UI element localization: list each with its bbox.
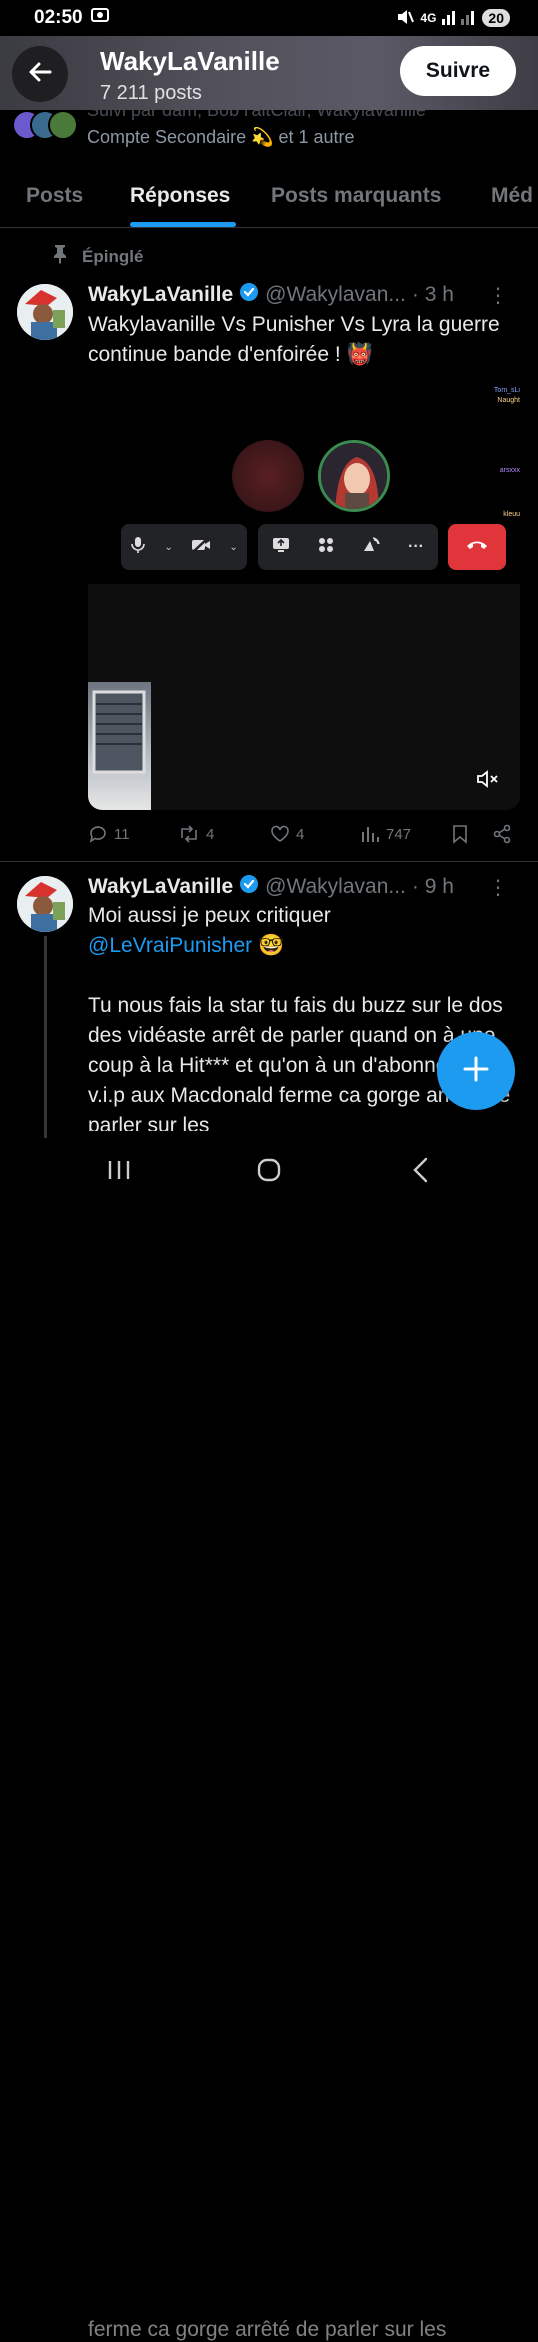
home-button[interactable] xyxy=(244,1150,294,1190)
tab-media[interactable]: Méd xyxy=(491,184,533,208)
battery-badge: 20 xyxy=(482,9,510,27)
status-bar: 02:50 4G 20 xyxy=(0,0,538,36)
pinned-label: Épinglé xyxy=(52,244,143,269)
chat-line: arsxxx xyxy=(499,467,520,474)
header-name: WakyLaVanille xyxy=(100,46,280,76)
hang-up-button[interactable] xyxy=(448,524,506,570)
like-count: 4 xyxy=(296,825,305,843)
chat-line: Tom_sLi xyxy=(493,387,520,394)
post-time: · 9 h xyxy=(411,875,454,898)
chevron-down-icon[interactable]: ⌄ xyxy=(229,542,237,553)
recents-icon xyxy=(108,1161,130,1179)
mention-emoji: 🤓 xyxy=(257,934,285,957)
chat-line: Naught xyxy=(497,397,520,404)
video-area xyxy=(88,584,520,810)
follower-avatar xyxy=(48,110,78,140)
post-handle[interactable]: @Wakylavan... xyxy=(265,875,406,899)
soundboard-icon[interactable] xyxy=(362,536,380,558)
post-mention-line: @LeVraiPunisher 🤓 xyxy=(88,931,518,961)
call-participant-avatar xyxy=(318,440,390,512)
tab-indicator xyxy=(130,222,236,227)
follower-avatars xyxy=(12,110,82,140)
call-actions-group: ··· xyxy=(258,524,438,570)
post-actions: 11 4 4 747 xyxy=(88,824,528,854)
pinned-text: Épinglé xyxy=(82,246,144,266)
more-options-icon[interactable]: ⋮ xyxy=(488,283,508,308)
reply-button[interactable]: 11 xyxy=(88,824,130,844)
profile-tabs: Posts Réponses Posts marquants Méd xyxy=(0,170,538,228)
followed-by[interactable]: Suivi par dam, Bob l'aitClair, Wakylavan… xyxy=(0,100,538,156)
post-text: Wakylavanille Vs Punisher Vs Lyra la gue… xyxy=(88,313,500,366)
like-button[interactable]: 4 xyxy=(270,824,304,844)
post-author-name[interactable]: WakyLaVanille xyxy=(88,283,233,307)
views-button[interactable]: 747 xyxy=(360,824,411,844)
recent-apps-button[interactable] xyxy=(94,1150,144,1190)
reply-count: 11 xyxy=(114,825,130,843)
repost-icon xyxy=(181,825,197,843)
post-header: WakyLaVanille @Wakylavan... · 3 h ⋮ xyxy=(88,282,528,308)
network-label: 4G xyxy=(420,11,437,25)
bookmark-button[interactable] xyxy=(452,824,468,844)
views-icon xyxy=(362,827,379,842)
system-nav-bar: ferme ca gorge arrêté de parler sur les xyxy=(0,1138,538,2341)
back-chevron-icon xyxy=(413,1157,428,1183)
verified-badge-icon xyxy=(239,282,259,308)
mention-link[interactable]: @LeVraiPunisher xyxy=(88,934,252,957)
post-divider xyxy=(0,861,538,862)
more-options-icon[interactable]: ⋮ xyxy=(488,875,508,900)
followed-by-line2: Compte Secondaire 💫 et 1 autre xyxy=(87,127,355,147)
post-author-name[interactable]: WakyLaVanille xyxy=(88,875,233,899)
compose-post-button[interactable] xyxy=(437,1032,515,1110)
phone-hangup-icon xyxy=(466,538,488,556)
thread-line xyxy=(44,936,47,1156)
call-participant-avatar xyxy=(232,440,304,512)
bookmark-icon xyxy=(453,825,467,844)
pin-icon xyxy=(52,244,68,269)
more-icon[interactable]: ··· xyxy=(408,538,424,556)
post-time: · 3 h xyxy=(411,283,454,306)
apps-icon[interactable] xyxy=(318,537,334,558)
repost-button[interactable]: 4 xyxy=(178,824,214,844)
post-header: WakyLaVanille @Wakylavan... · 9 h ⋮ xyxy=(88,874,528,900)
mute-status-icon xyxy=(396,9,415,28)
header-post-count: 7 211 posts xyxy=(100,82,202,104)
share-screen-icon[interactable] xyxy=(272,537,290,558)
post-handle[interactable]: @Wakylavan... xyxy=(265,283,406,307)
avatar[interactable] xyxy=(17,876,73,932)
tab-posts[interactable]: Posts xyxy=(26,184,83,208)
mute-video-icon[interactable] xyxy=(476,769,500,794)
view-count: 747 xyxy=(386,825,412,843)
heart-icon xyxy=(271,825,289,842)
follow-button[interactable]: Suivre xyxy=(400,46,516,96)
verified-badge-icon xyxy=(239,874,259,900)
signal-icon xyxy=(442,9,476,28)
tab-replies[interactable]: Réponses xyxy=(130,184,230,208)
post-text-line: Moi aussi je peux critiquer xyxy=(88,904,331,927)
camera-off-icon[interactable] xyxy=(191,536,211,558)
tab-highlights[interactable]: Posts marquants xyxy=(271,184,441,208)
screen-record-icon xyxy=(90,7,109,29)
camera-thumbnail xyxy=(88,682,151,810)
profile-header: WakyLaVanille 7 211 posts Suivre xyxy=(0,36,538,110)
post-text-behind-nav: ferme ca gorge arrêté de parler sur les xyxy=(88,2318,447,2341)
post-media-video[interactable]: Tom_sLi Naught arsxxx kleuu ⌄ ⌄ ··· xyxy=(88,378,520,810)
repost-count: 4 xyxy=(206,825,215,843)
arrow-left-icon xyxy=(26,58,54,91)
microphone-icon[interactable] xyxy=(130,536,146,559)
home-icon xyxy=(257,1158,281,1182)
call-controls: ⌄ ⌄ ··· xyxy=(121,524,506,570)
back-nav-button[interactable] xyxy=(396,1150,446,1190)
share-icon xyxy=(493,824,511,844)
chevron-down-icon[interactable]: ⌄ xyxy=(164,542,172,553)
back-button[interactable] xyxy=(12,46,68,102)
call-media-group: ⌄ ⌄ xyxy=(121,524,247,570)
avatar[interactable] xyxy=(17,284,73,340)
stream-chat-overlay: Tom_sLi Naught arsxxx kleuu xyxy=(494,386,520,520)
share-button[interactable] xyxy=(492,824,512,844)
status-time: 02:50 xyxy=(34,7,83,28)
reply-icon xyxy=(89,826,106,843)
plus-icon xyxy=(462,1055,490,1088)
chat-line: kleuu xyxy=(503,511,520,518)
